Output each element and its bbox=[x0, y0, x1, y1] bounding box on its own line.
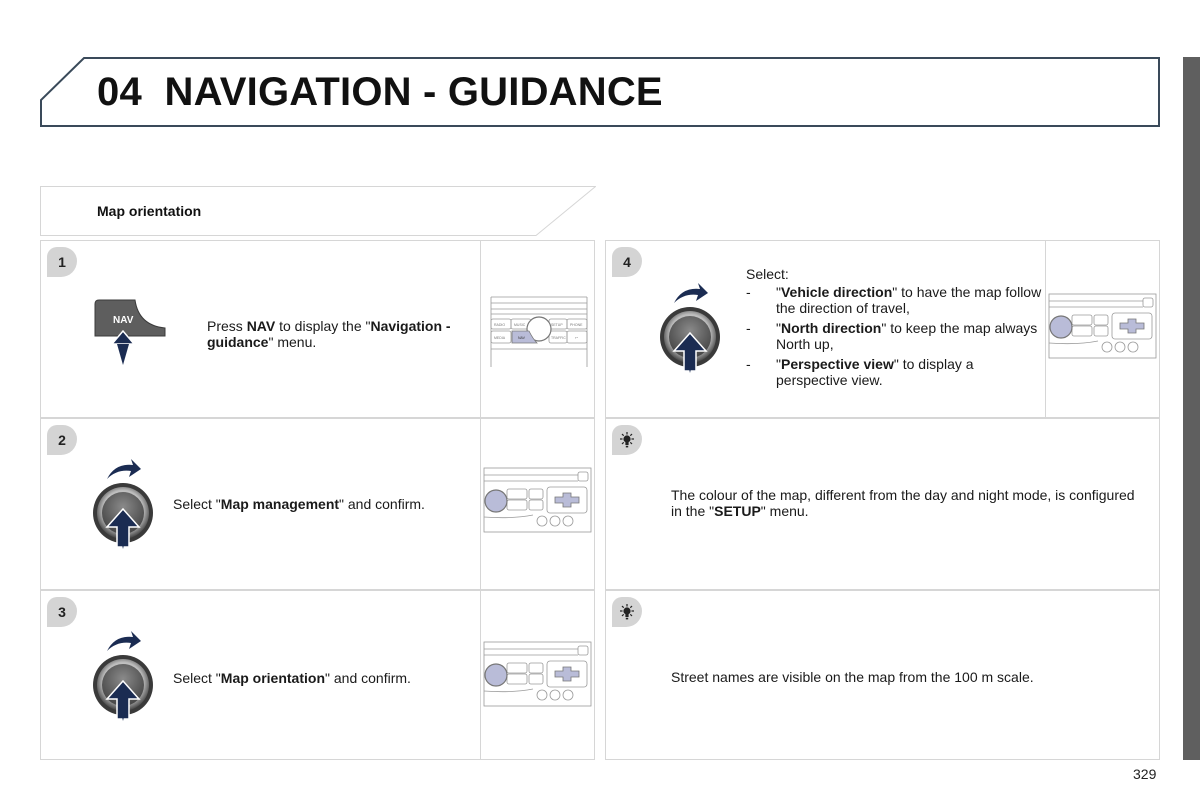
tip-panel-map-colour: The colour of the map, different from th… bbox=[605, 418, 1160, 590]
nav-button-press-icon: NAV bbox=[94, 299, 166, 365]
step-4-text: Select: "Vehicle direction" to have the … bbox=[746, 266, 1046, 388]
step-number-badge: 3 bbox=[47, 597, 77, 627]
lightbulb-tip-icon bbox=[612, 425, 642, 455]
rotary-knob-turn-press-icon bbox=[93, 630, 154, 722]
step-2-text: Select "Map management" and confirm. bbox=[173, 496, 425, 512]
step-panel-2: 2 Select "Map management" and confirm. bbox=[40, 418, 595, 590]
option-north-direction: "North direction" to keep the map always… bbox=[746, 320, 1046, 352]
step-panel-3: 3 Select "Map orientation" and confirm. bbox=[40, 590, 595, 760]
step-panel-1: 1 NAV Press NAV to display the "Navigati… bbox=[40, 240, 595, 418]
page-number: 329 bbox=[1133, 766, 1157, 782]
step-1-text: Press NAV to display the "Navigation - g… bbox=[207, 318, 451, 350]
panel-button-setup: SETUP bbox=[551, 323, 563, 327]
radio-front-panel-illustration bbox=[483, 467, 592, 533]
step-3-text: Select "Map orientation" and confirm. bbox=[173, 670, 411, 686]
step-4-intro: Select: bbox=[746, 266, 789, 282]
radio-front-panel-illustration bbox=[1048, 293, 1157, 359]
orientation-options-list: "Vehicle direction" to have the map foll… bbox=[746, 284, 1046, 388]
rotary-knob-turn-press-icon bbox=[660, 282, 721, 374]
panel-button-music: MUSIC bbox=[514, 323, 526, 327]
lightbulb-tip-icon bbox=[612, 597, 642, 627]
radio-front-panel-illustration: RADIO MUSIC SETUP PHONE MEDIA NAV TRAFFI… bbox=[490, 296, 588, 367]
tip-2-text: Street names are visible on the map from… bbox=[671, 669, 1034, 685]
panel-button-nav: NAV bbox=[518, 336, 526, 340]
rotary-knob-turn-press-icon bbox=[93, 458, 154, 550]
chapter-title: 04 NAVIGATION - GUIDANCE bbox=[97, 70, 663, 115]
panel-button-phone: PHONE bbox=[570, 323, 583, 327]
section-title: Map orientation bbox=[97, 203, 202, 219]
panel-button-traffic: TRAFFIC bbox=[551, 336, 566, 340]
step-number-badge: 2 bbox=[47, 425, 77, 455]
step-panel-4: 4 Select: "Vehicle direction" to have th… bbox=[605, 240, 1160, 418]
chapter-name: NAVIGATION - GUIDANCE bbox=[164, 70, 663, 114]
svg-text:↩: ↩ bbox=[575, 336, 579, 340]
step-number-badge: 1 bbox=[47, 247, 77, 277]
tip-panel-street-names: Street names are visible on the map from… bbox=[605, 590, 1160, 760]
chapter-side-tab bbox=[1183, 57, 1200, 760]
panel-button-radio: RADIO bbox=[494, 323, 505, 327]
radio-front-panel-illustration bbox=[483, 641, 592, 707]
tip-1-text: The colour of the map, different from th… bbox=[671, 487, 1135, 519]
step-number-badge: 4 bbox=[612, 247, 642, 277]
option-perspective-view: "Perspective view" to display a perspect… bbox=[746, 356, 1046, 388]
chapter-number: 04 bbox=[97, 70, 142, 114]
option-vehicle-direction: "Vehicle direction" to have the map foll… bbox=[746, 284, 1046, 316]
panel-button-media: MEDIA bbox=[494, 336, 506, 340]
nav-key-label: NAV bbox=[113, 315, 134, 326]
